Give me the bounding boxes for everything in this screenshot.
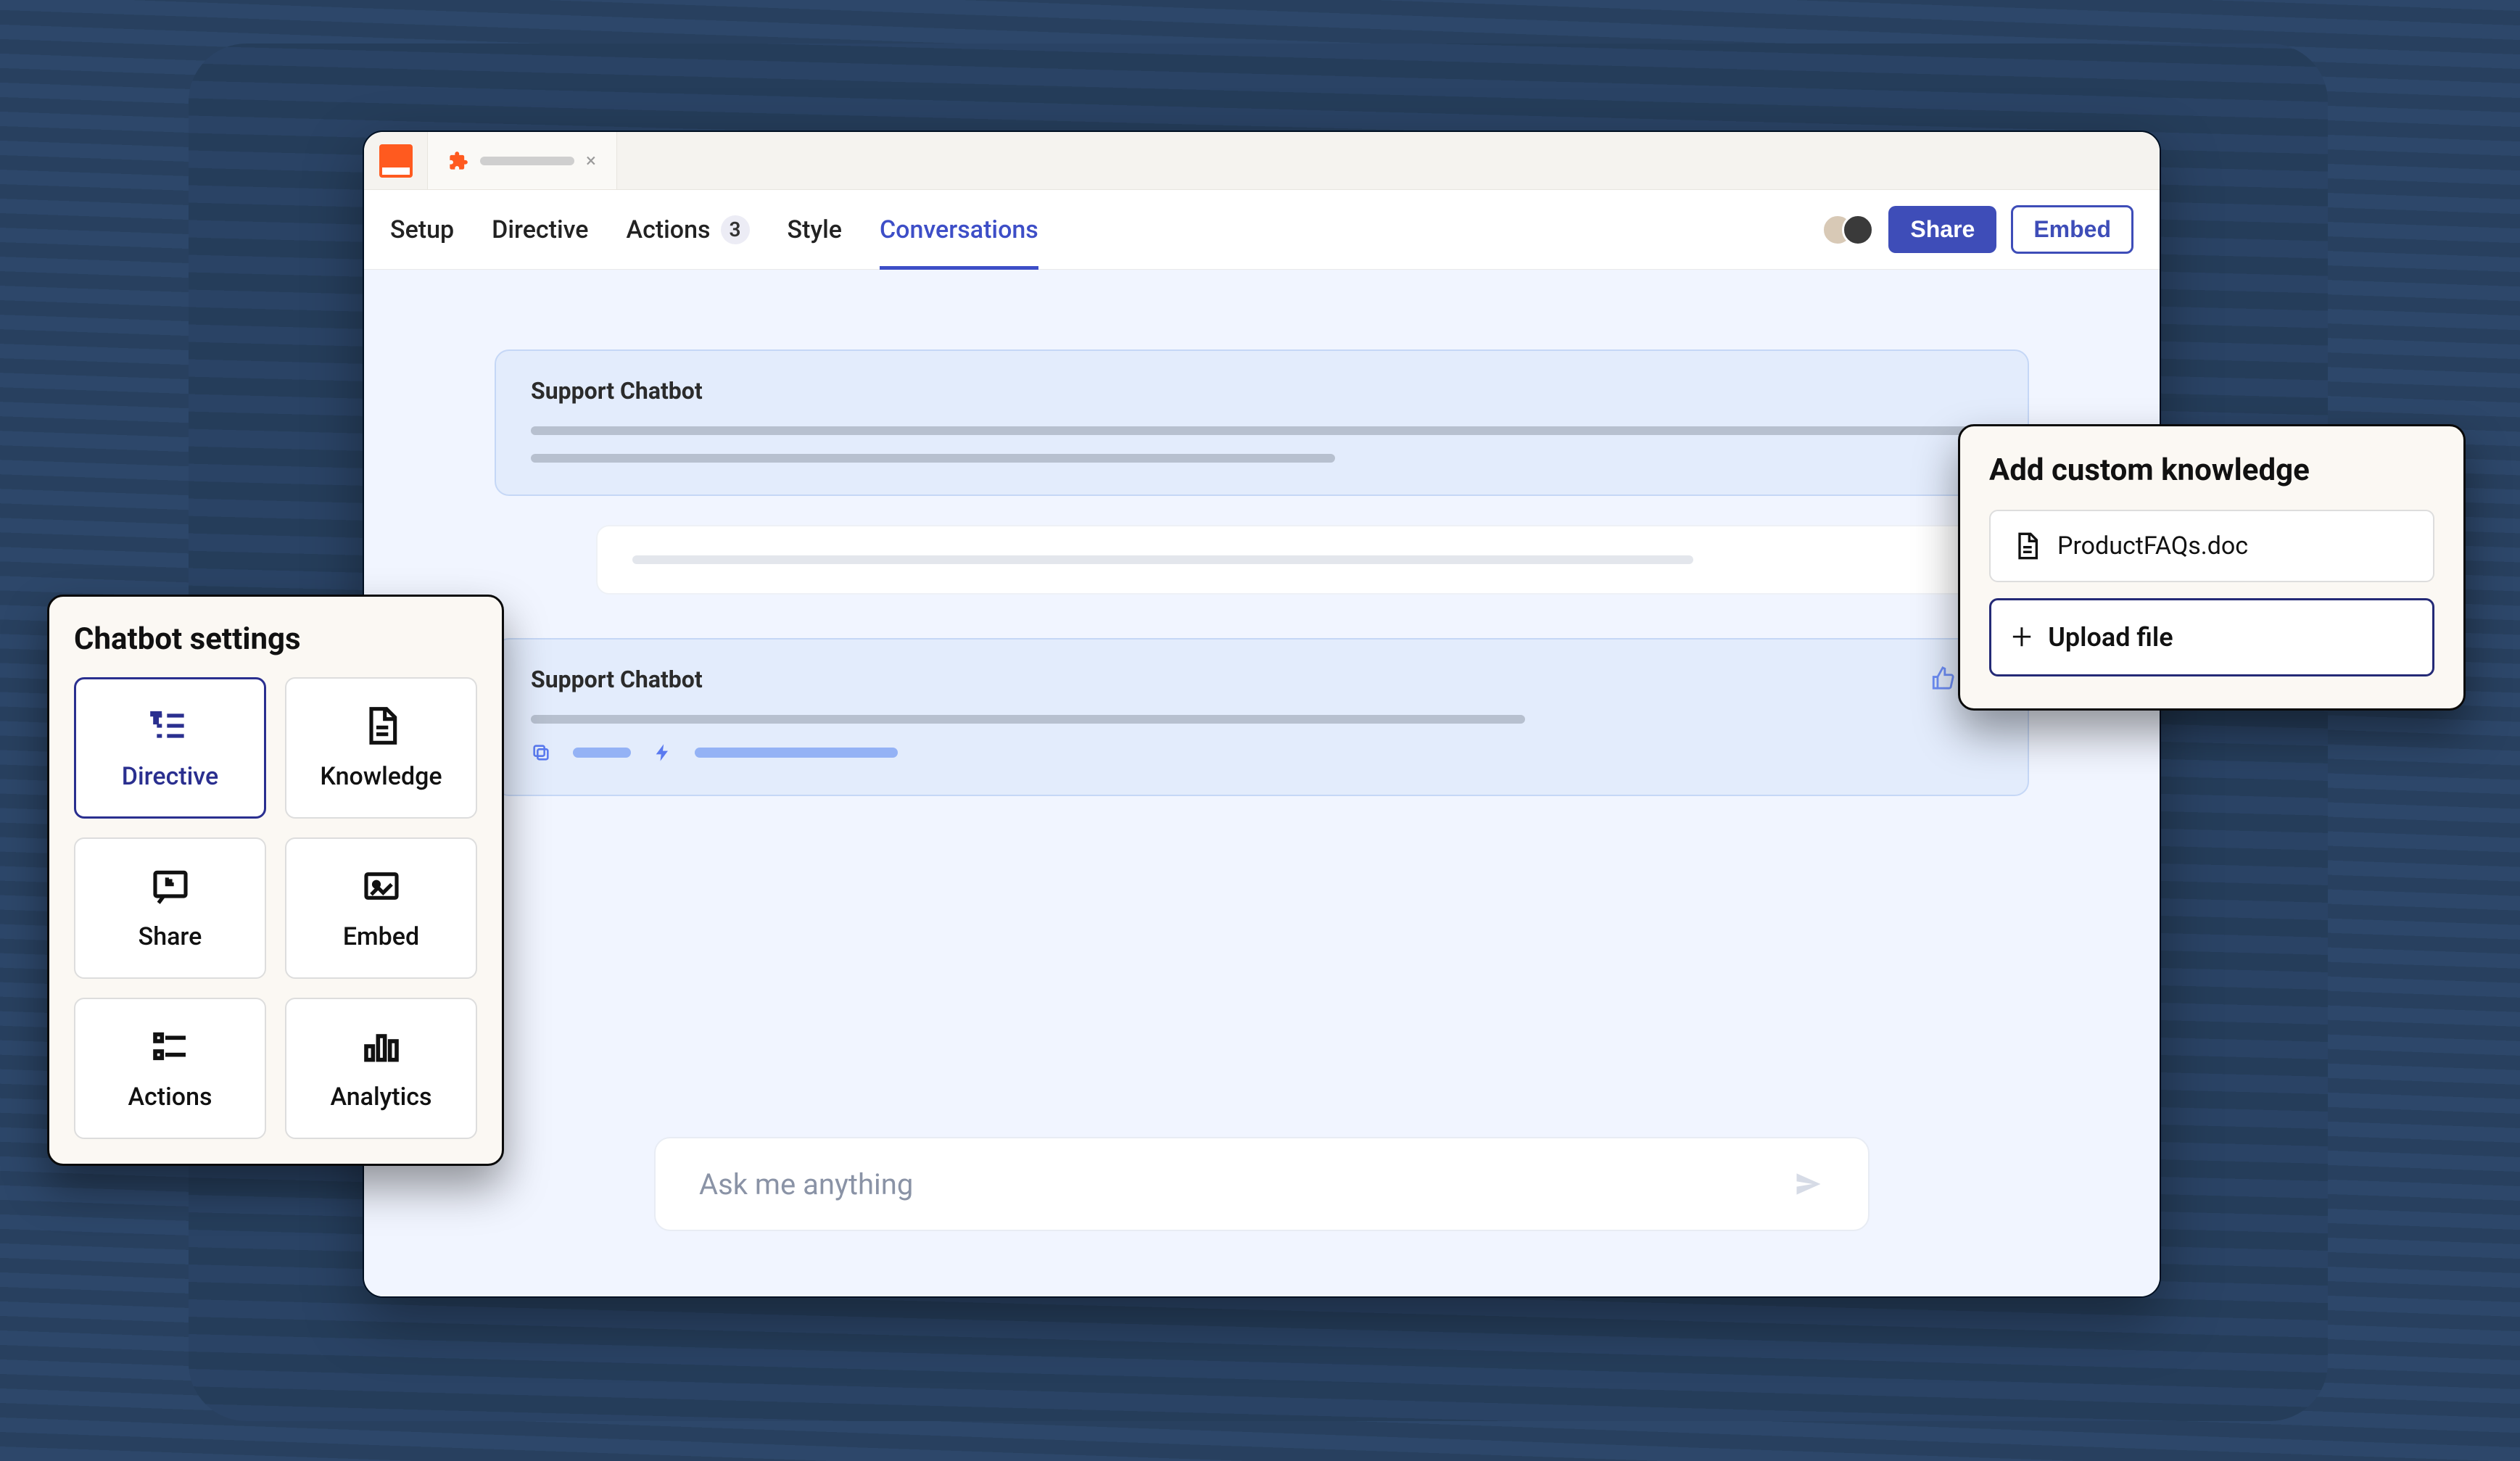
nav-tab-style[interactable]: Style xyxy=(788,190,842,269)
nav-tabs: Setup Directive Actions 3 Style Conversa… xyxy=(390,190,1038,269)
bot-name-label: Support Chatbot xyxy=(531,666,1993,693)
stage-background: × Setup Directive Actions 3 Style Conver… xyxy=(0,0,2520,1461)
actions-icon xyxy=(150,1026,191,1067)
avatar xyxy=(1842,214,1874,246)
panel-title: Chatbot settings xyxy=(74,621,477,657)
copy-icon[interactable] xyxy=(531,742,551,763)
knowledge-panel: Add custom knowledge ProductFAQs.doc + U… xyxy=(1958,424,2466,711)
lightning-icon[interactable] xyxy=(653,742,673,763)
nav-tab-conversations[interactable]: Conversations xyxy=(880,190,1038,269)
nav-tab-actions[interactable]: Actions 3 xyxy=(627,190,750,269)
presence-avatars[interactable] xyxy=(1822,214,1874,246)
text-placeholder xyxy=(531,454,1335,463)
file-icon xyxy=(2012,531,2041,560)
tile-embed[interactable]: Embed xyxy=(285,837,477,979)
brand-logo-icon xyxy=(379,144,413,178)
knowledge-file-row[interactable]: ProductFAQs.doc xyxy=(1989,510,2434,582)
document-icon xyxy=(361,705,402,746)
browser-tab[interactable]: × xyxy=(428,132,617,189)
tile-directive[interactable]: T Directive xyxy=(74,677,266,819)
tile-share[interactable]: Share xyxy=(74,837,266,979)
top-navbar: Setup Directive Actions 3 Style Conversa… xyxy=(364,190,2160,270)
text-placeholder xyxy=(632,555,1693,564)
input-placeholder: Ask me anything xyxy=(699,1167,913,1201)
tile-analytics[interactable]: Analytics xyxy=(285,998,477,1139)
user-message xyxy=(596,525,2029,595)
file-name: ProductFAQs.doc xyxy=(2057,531,2248,560)
svg-text:T: T xyxy=(152,710,160,726)
thumbs-up-icon[interactable] xyxy=(1930,666,1955,690)
home-logo[interactable] xyxy=(364,132,428,189)
nav-tab-setup[interactable]: Setup xyxy=(390,190,454,269)
tile-knowledge[interactable]: Knowledge xyxy=(285,677,477,819)
message-actions xyxy=(531,742,1993,763)
tile-actions[interactable]: Actions xyxy=(74,998,266,1139)
bot-name-label: Support Chatbot xyxy=(531,377,1993,405)
analytics-icon xyxy=(361,1026,402,1067)
embed-button[interactable]: Embed xyxy=(2011,205,2133,254)
nav-right: Share Embed xyxy=(1822,205,2133,254)
app-window: × Setup Directive Actions 3 Style Conver… xyxy=(363,131,2161,1298)
share-button[interactable]: Share xyxy=(1888,206,1996,253)
action-placeholder[interactable] xyxy=(573,748,631,758)
nav-tab-directive[interactable]: Directive xyxy=(492,190,588,269)
actions-count-badge: 3 xyxy=(721,215,750,244)
plus-icon: + xyxy=(2012,619,2032,655)
upload-file-button[interactable]: + Upload file xyxy=(1989,598,2434,676)
conversation-content: Support Chatbot Support Chatbot xyxy=(364,270,2160,1296)
puzzle-icon xyxy=(448,151,468,171)
directive-icon: T xyxy=(150,705,191,746)
tab-title-placeholder xyxy=(480,157,574,165)
chatbot-settings-panel: Chatbot settings T Directive Knowledge S… xyxy=(47,595,504,1166)
panel-title: Add custom knowledge xyxy=(1989,452,2434,488)
bot-message: Support Chatbot xyxy=(495,638,2029,796)
action-placeholder[interactable] xyxy=(695,748,898,758)
bot-message: Support Chatbot xyxy=(495,349,2029,496)
chat-input[interactable]: Ask me anything xyxy=(654,1137,1870,1231)
embed-icon xyxy=(361,866,402,906)
window-tabbar: × xyxy=(364,132,2160,190)
share-icon xyxy=(150,866,191,906)
close-icon[interactable]: × xyxy=(586,150,596,172)
text-placeholder xyxy=(531,715,1525,724)
text-placeholder xyxy=(531,426,1993,435)
send-icon[interactable] xyxy=(1793,1168,1825,1200)
